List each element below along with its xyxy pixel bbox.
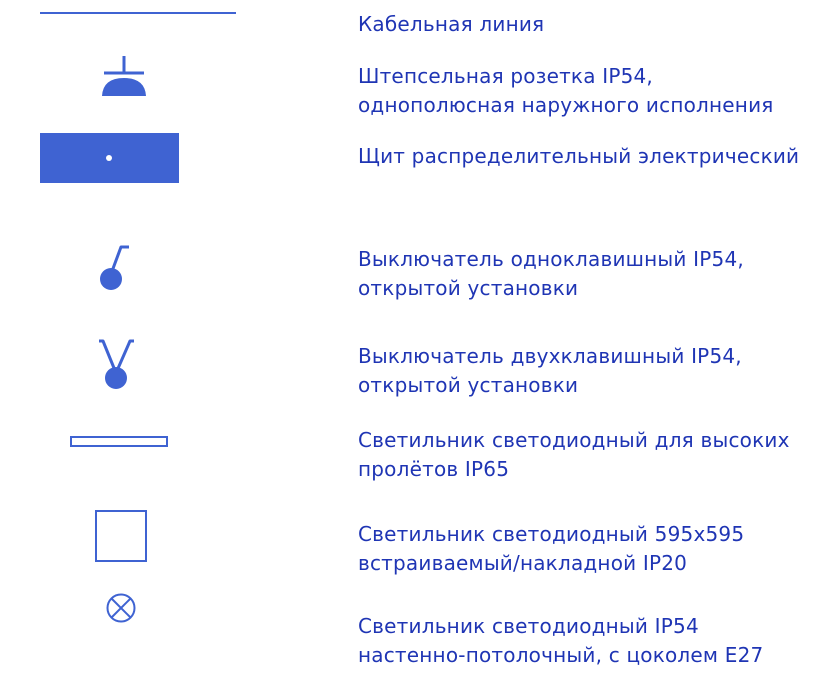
legend-label-line: пролётов IP65 [358,457,510,481]
legend-label-panel-luminaire: Светильник светодиодный 595х595 встраива… [358,520,836,578]
legend-label-line: Светильник светодиодный 595х595 [358,522,745,546]
panel-luminaire-icon [40,510,240,564]
legend-label-line: Кабельная линия [358,12,545,36]
legend-label-line: открытой установки [358,276,579,300]
legend-label-line: встраиваемый/накладной IP20 [358,551,688,575]
double-key-switch-icon [40,335,240,393]
legend-label-line: Выключатель двухклавишный IP54, [358,344,742,368]
legend-label-line: Выключатель одноклавишный IP54, [358,247,744,271]
single-key-switch-icon [40,230,240,290]
high-bay-luminaire-icon [40,436,240,450]
legend-label-double-key-switch: Выключатель двухклавишный IP54, открытой… [358,342,836,400]
legend-label-line: однополюсная наружного исполнения [358,93,774,117]
legend-label-line: Щит распределительный электрический [358,144,800,168]
legend-label-single-key-switch: Выключатель одноклавишный IP54, открытой… [358,245,836,303]
legend-label-line: открытой установки [358,373,579,397]
legend-label-line: Штепсельная розетка IP54, [358,64,653,88]
legend-label-line: Светильник светодиодный для высоких [358,428,790,452]
wall-ceiling-luminaire-icon [40,591,240,625]
distribution-panel-icon [40,133,240,185]
socket-icon [40,56,240,98]
legend-label-high-bay-luminaire: Светильник светодиодный для высоких прол… [358,426,836,484]
legend-label-cable-line: Кабельная линия [358,10,836,39]
legend-label-distribution-panel: Щит распределительный электрический [358,142,836,171]
legend-label-line: Светильник светодиодный IP54 [358,614,699,638]
legend: Кабельная линия Штепсельная розетка IP54… [0,0,837,674]
cable-line-icon [40,10,240,16]
legend-label-wall-ceiling-luminaire: Светильник светодиодный IP54 настенно-по… [358,612,836,670]
legend-label-socket: Штепсельная розетка IP54, однополюсная н… [358,62,836,120]
legend-label-line: настенно-потолочный, с цоколем E27 [358,643,764,667]
